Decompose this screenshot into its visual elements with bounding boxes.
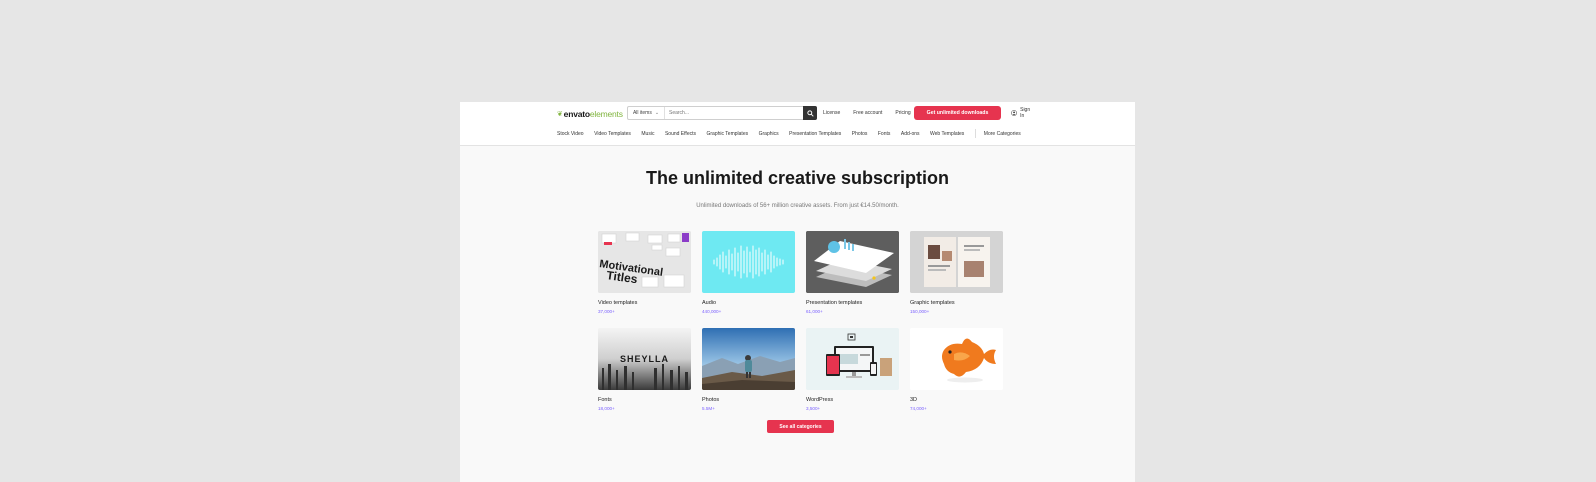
category-link-sound-effects[interactable]: Sound Effects — [665, 131, 696, 137]
waveform-icon — [713, 245, 784, 279]
card-name: Audio — [702, 300, 717, 306]
category-card-3d[interactable]: 3D 74,000+ — [910, 328, 1003, 411]
sign-in-link[interactable]: Sign In — [1011, 106, 1032, 120]
license-link[interactable]: License — [823, 110, 840, 116]
category-card-fonts[interactable]: SHEYLLA Fonts 18,000+ — [598, 328, 691, 411]
category-card-audio[interactable]: Audio 440,000+ — [702, 231, 795, 314]
video-templates-thumbnail: Motivational Titles — [598, 231, 691, 293]
search-input[interactable] — [665, 107, 803, 119]
category-link-graphic-templates[interactable]: Graphic Templates — [707, 131, 749, 137]
category-card-presentation-templates[interactable]: Presentation templates 61,000+ — [806, 231, 899, 314]
font-sample-text: SHEYLLA — [620, 354, 669, 364]
category-link-photos[interactable]: Photos — [852, 131, 868, 137]
card-count: 74,000+ — [910, 406, 927, 411]
card-name: Fonts — [598, 397, 612, 403]
leaf-icon: ❦ — [557, 110, 563, 118]
more-categories-link[interactable]: More Categories — [984, 131, 1021, 137]
category-link-graphics[interactable]: Graphics — [759, 131, 779, 137]
3d-goldfish-thumbnail — [910, 328, 1003, 390]
card-name: WordPress — [806, 397, 834, 403]
category-link-stock-video[interactable]: Stock Video — [557, 131, 584, 137]
see-all-categories-button[interactable]: See all categories — [767, 420, 834, 433]
category-nav: Stock Video Video Templates Music Sound … — [557, 129, 1031, 138]
category-card-wordpress[interactable]: WordPress 3,500+ — [806, 328, 899, 411]
category-card-photos[interactable]: Photos 5.5M+ — [702, 328, 795, 411]
card-count: 37,000+ — [598, 309, 615, 314]
category-card-video-templates[interactable]: Motivational Titles Video templates 37,0… — [598, 231, 691, 314]
hero-subtitle: Unlimited downloads of 56+ million creat… — [696, 203, 899, 209]
fonts-thumbnail: SHEYLLA — [598, 328, 691, 390]
logo-text-light: elements — [589, 108, 623, 119]
header-top-row: ❦ envato elements All items ⌄ Licen — [557, 106, 1030, 121]
search-scope-select[interactable]: All items ⌄ — [628, 107, 665, 119]
card-name: Presentation templates — [806, 300, 863, 306]
category-link-presentation-templates[interactable]: Presentation Templates — [789, 131, 841, 137]
card-count: 61,000+ — [806, 309, 823, 314]
hero-title: The unlimited creative subscription — [645, 168, 950, 188]
card-name: Photos — [702, 397, 720, 403]
audio-waveform-thumbnail — [702, 231, 795, 293]
category-link-add-ons[interactable]: Add-ons — [901, 131, 920, 137]
wordpress-thumbnail — [806, 328, 899, 390]
search-scope-label: All items — [632, 110, 652, 116]
user-icon — [1011, 110, 1017, 116]
card-count: 18,000+ — [598, 406, 615, 411]
category-link-fonts[interactable]: Fonts — [878, 131, 891, 137]
category-card-graphic-templates[interactable]: Graphic templates 150,000+ — [910, 231, 1003, 314]
card-name: 3D — [910, 397, 918, 403]
category-link-web-templates[interactable]: Web Templates — [930, 131, 964, 137]
card-name: Video templates — [598, 300, 638, 306]
card-count: 3,500+ — [806, 406, 821, 411]
logo-text-bold: envato — [563, 108, 590, 119]
card-count: 150,000+ — [910, 309, 930, 314]
graphic-templates-thumbnail — [910, 231, 1003, 293]
page-container: ❦ envato elements All items ⌄ Licen — [460, 102, 1135, 482]
free-account-link[interactable]: Free account — [853, 110, 882, 116]
chevron-down-icon: ⌄ — [654, 110, 660, 116]
search-bar: All items ⌄ — [627, 106, 817, 120]
sign-in-label: Sign In — [1020, 107, 1031, 119]
header-nav-links: License Free account Pricing — [823, 106, 924, 120]
search-button[interactable] — [803, 106, 817, 120]
photos-thumbnail — [702, 328, 795, 390]
card-name: Graphic templates — [910, 300, 955, 306]
get-unlimited-downloads-button[interactable]: Get unlimited downloads — [914, 106, 1001, 120]
card-count: 440,000+ — [702, 309, 722, 314]
category-link-music[interactable]: Music — [641, 131, 654, 137]
nav-divider — [974, 129, 976, 138]
card-count: 5.5M+ — [702, 406, 715, 411]
presentation-thumbnail — [806, 231, 899, 293]
category-link-video-templates[interactable]: Video Templates — [594, 131, 631, 137]
pricing-link[interactable]: Pricing — [895, 110, 910, 116]
site-header: ❦ envato elements All items ⌄ Licen — [460, 102, 1135, 146]
search-icon — [806, 109, 814, 117]
envato-elements-logo[interactable]: ❦ envato elements — [557, 109, 623, 119]
